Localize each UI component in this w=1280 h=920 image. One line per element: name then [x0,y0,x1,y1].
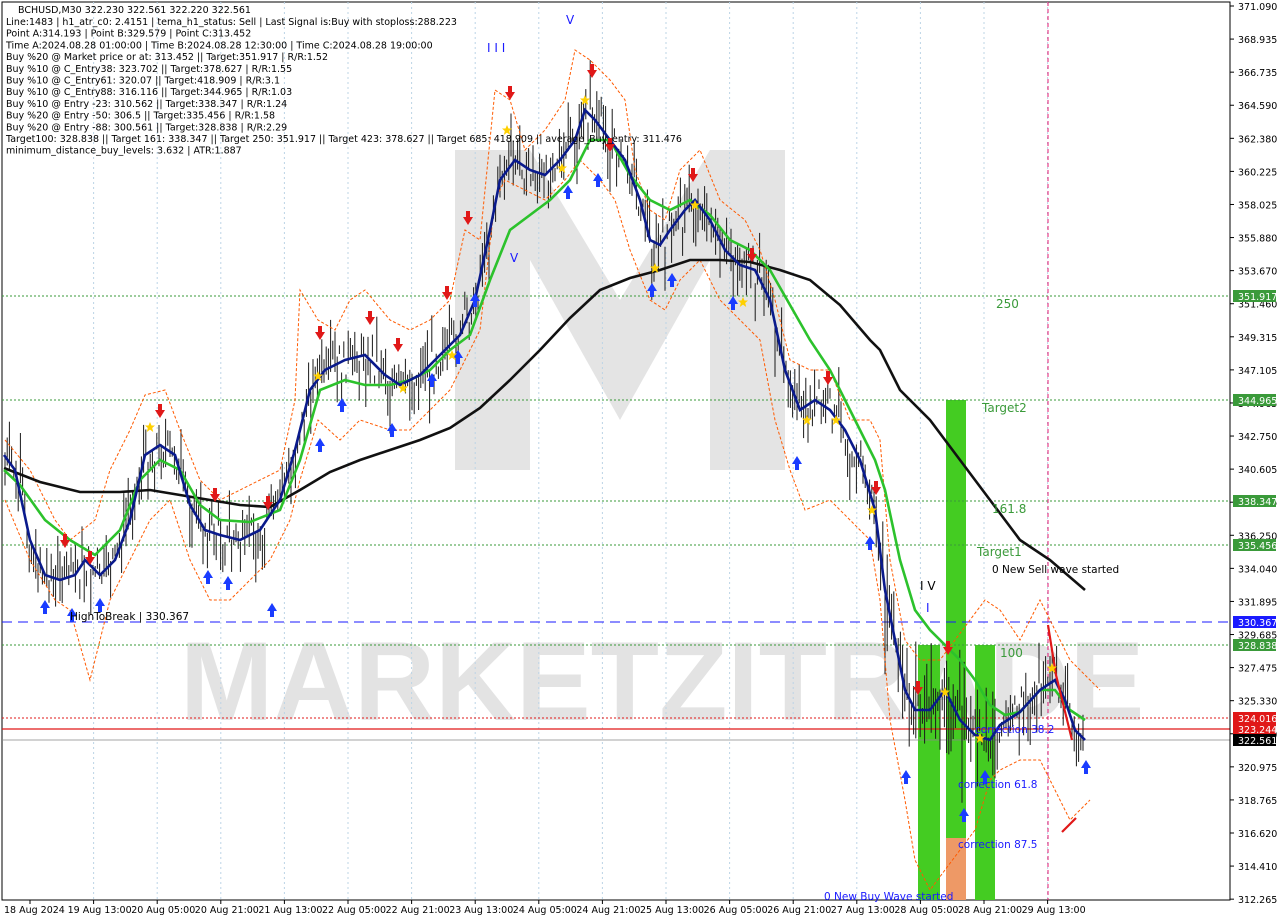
x-tick-label: 24 Aug 05:00 [513,905,577,916]
label-target2: Target2 [981,401,1027,415]
x-tick-label: 24 Aug 21:00 [576,905,640,916]
y-tick-label: 355.880 [1238,234,1277,245]
x-tick-label: 25 Aug 13:00 [640,905,704,916]
chart-window: MARKETZITRADE 250 Target2 161.8 Target1 … [0,0,1280,920]
level-tag: 330.367 [1233,616,1277,629]
info-line: Buy %20 @ Entry -88: 300.561 || Target:3… [6,122,287,133]
x-tick-label: 28 Aug 21:00 [958,905,1022,916]
label-correction-875: correction 87.5 [958,839,1037,851]
x-tick-label: 26 Aug 21:00 [767,905,831,916]
x-tick-label: 26 Aug 05:00 [704,905,768,916]
label-wave-v-mid: V [510,251,519,265]
y-tick-label: 371.090 [1238,2,1277,13]
label-161: 161.8 [992,502,1026,516]
info-line: Buy %10 @ C_Entry61: 320.07 || Target:41… [6,76,280,87]
x-tick-label: 23 Aug 13:00 [449,905,513,916]
level-tag: 338.347 [1233,495,1277,508]
y-tick-label: 334.040 [1238,564,1277,575]
info-line: Buy %10 @ Entry -23: 310.562 || Target:3… [6,99,287,110]
label-target1: Target1 [976,545,1022,559]
info-line: Target100: 328.838 || Target 161: 338.34… [5,134,682,145]
symbol-line: BCHUSD,M30 322.230 322.561 322.220 322.5… [18,5,251,16]
level-tag-label: 335.456 [1238,541,1277,552]
label-wave-v-top: V [566,13,575,27]
x-tick-label: 27 Aug 13:00 [831,905,895,916]
x-tick-label: 19 Aug 13:00 [68,905,132,916]
label-wave-i: I [926,601,930,615]
info-line: Time A:2024.08.28 01:00:00 | Time B:2024… [5,40,433,51]
label-high-to-break: HighToBreak | 330.367 [70,611,189,623]
x-tick-label: 29 Aug 13:00 [1022,905,1086,916]
x-tick-label: 22 Aug 05:00 [322,905,386,916]
y-tick-label: 312.265 [1238,895,1277,906]
y-tick-label: 340.605 [1238,465,1277,476]
y-tick-label: 327.475 [1238,664,1277,675]
level-tag-label: 351.917 [1238,292,1277,303]
info-line: Buy %10 @ C_Entry88: 316.116 || Target:3… [6,87,292,98]
level-tag-label: 338.347 [1238,497,1277,508]
y-tick-label: 364.590 [1238,101,1277,112]
label-correction-618: correction 61.8 [958,779,1037,791]
level-tag-label: 344.965 [1238,396,1277,407]
level-tag: 351.917 [1233,290,1277,303]
level-tag-label: 328.838 [1238,641,1277,652]
info-line: minimum_distance_buy_levels: 3.632 | ATR… [6,146,242,157]
level-tag-label: 330.367 [1238,618,1277,629]
info-line: Point A:314.193 | Point B:329.579 | Poin… [6,29,251,40]
y-tick-label: 349.315 [1238,333,1277,344]
y-tick-label: 318.765 [1238,796,1277,807]
y-tick-label: 358.025 [1238,200,1277,211]
label-wave-iv: I V [920,579,936,593]
x-tick-label: 21 Aug 13:00 [258,905,322,916]
level-tag-label: 322.561 [1238,736,1277,747]
label-250: 250 [996,297,1019,311]
x-tick-label: 20 Aug 21:00 [195,905,259,916]
y-tick-label: 331.895 [1238,597,1277,608]
y-tick-label: 314.410 [1238,862,1277,873]
y-tick-label: 342.750 [1238,432,1277,443]
info-line: Buy %20 @ Market price or at: 313.452 ||… [6,52,328,63]
level-tag: 335.456 [1233,539,1277,552]
y-tick-label: 347.105 [1238,366,1277,377]
info-line: Line:1483 | h1_atr_c0: 2.4151 | tema_h1_… [6,17,457,28]
x-tick-label: 22 Aug 21:00 [386,905,450,916]
level-tag: 322.561 [1233,734,1277,747]
label-wave-iii: I I I [487,41,505,55]
label-correction-382: correction 38.2 [975,724,1054,736]
x-tick-label: 28 Aug 05:00 [894,905,958,916]
price-axis: 371.090 368.935 366.735 364.590 362.380 360.2… [1229,2,1277,906]
label-100: 100 [1000,646,1023,660]
zone-green-left [918,645,940,900]
x-tick-label: 18 Aug 2024 [4,905,65,916]
level-tag: 328.838 [1233,639,1277,652]
y-tick-label: 366.735 [1238,68,1277,79]
x-tick-label: 20 Aug 05:00 [131,905,195,916]
price-chart[interactable]: MARKETZITRADE 250 Target2 161.8 Target1 … [0,0,1280,920]
info-line: Buy %20 @ Entry -50: 306.5 || Target:335… [6,111,275,122]
level-tag: 344.965 [1233,394,1277,407]
y-tick-label: 368.935 [1238,35,1277,46]
y-tick-label: 362.380 [1238,134,1277,145]
y-tick-label: 353.670 [1238,267,1277,278]
y-tick-label: 325.330 [1238,697,1277,708]
label-new-buy-wave: 0 New Buy Wave started [824,891,953,903]
y-tick-label: 360.225 [1238,167,1277,178]
y-tick-label: 320.975 [1238,763,1277,774]
y-tick-label: 316.620 [1238,829,1277,840]
info-line: Buy %10 @ C_Entry38: 323.702 || Target:3… [6,64,292,75]
label-new-sell-wave: 0 New Sell wave started [992,564,1119,576]
